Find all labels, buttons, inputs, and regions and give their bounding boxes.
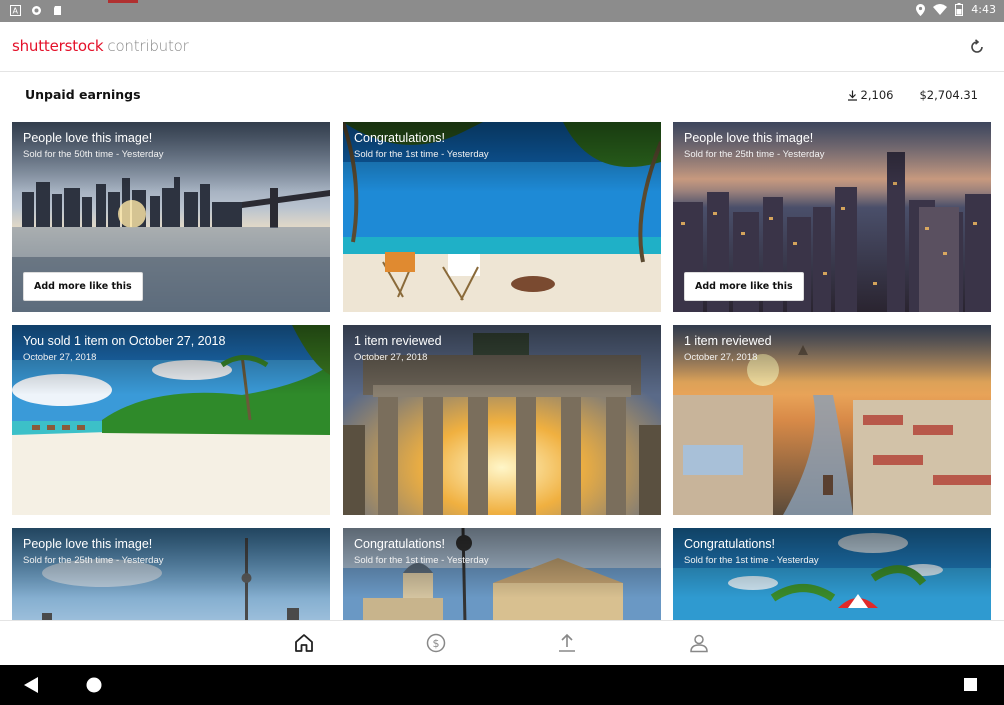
downloads-value: 2,106 <box>860 88 894 102</box>
card-subtitle: Sold for the 25th time - Yesterday <box>684 149 825 160</box>
battery-icon <box>955 3 964 16</box>
dollar-icon[interactable]: $ <box>425 632 447 654</box>
card-title: People love this image! <box>23 131 153 145</box>
logo-brand: shutterstock <box>12 37 104 55</box>
profile-icon[interactable] <box>688 632 710 654</box>
earnings-title: Unpaid earnings <box>25 87 141 102</box>
card-subtitle: October 27, 2018 <box>684 352 758 363</box>
bottom-nav: $ <box>0 620 1004 665</box>
card-title: Congratulations! <box>354 537 446 551</box>
back-icon[interactable] <box>24 677 38 693</box>
upload-icon[interactable] <box>556 632 578 654</box>
card-subtitle: Sold for the 1st time - Yesterday <box>354 555 489 566</box>
location-icon <box>916 3 926 16</box>
svg-text:A: A <box>13 7 19 16</box>
downloads-count: 2,106 <box>847 88 894 102</box>
activity-card[interactable]: 1 item reviewed October 27, 2018 <box>673 325 991 515</box>
activity-card[interactable]: People love this image! Sold for the 25t… <box>673 122 991 312</box>
download-icon <box>847 90 857 101</box>
card-title: 1 item reviewed <box>684 334 772 348</box>
activity-grid: People love this image! Sold for the 50t… <box>12 122 992 620</box>
card-title: Congratulations! <box>684 537 776 551</box>
sync-icon <box>32 6 41 15</box>
sd-card-icon <box>54 6 61 15</box>
card-title: Congratulations! <box>354 131 446 145</box>
earnings-row[interactable]: Unpaid earnings 2,106 $2,704.31 <box>0 72 1004 120</box>
a-icon: A <box>10 5 21 16</box>
card-subtitle: October 27, 2018 <box>354 352 428 363</box>
system-nav-bar <box>0 665 1004 705</box>
notification-strip <box>108 0 138 3</box>
app-screen: A 4:43 shutterstock contributor Unpaid ea… <box>0 0 1004 705</box>
card-subtitle: Sold for the 1st time - Yesterday <box>684 555 819 566</box>
card-subtitle: Sold for the 50th time - Yesterday <box>23 149 164 160</box>
card-subtitle: Sold for the 1st time - Yesterday <box>354 149 489 160</box>
refresh-icon[interactable] <box>968 38 986 56</box>
activity-card[interactable]: Congratulations! Sold for the 1st time -… <box>343 122 661 312</box>
wifi-icon <box>933 4 948 15</box>
logo-suffix: contributor <box>107 37 189 55</box>
activity-card[interactable]: People love this image! Sold for the 25t… <box>12 528 330 620</box>
card-title: You sold 1 item on October 27, 2018 <box>23 334 226 348</box>
card-title: People love this image! <box>684 131 814 145</box>
activity-card[interactable]: Congratulations! Sold for the 1st time -… <box>673 528 991 620</box>
home-icon[interactable] <box>293 632 315 654</box>
status-bar: A 4:43 <box>0 0 1004 22</box>
add-more-like-this-button[interactable]: Add more like this <box>684 272 804 301</box>
card-title: People love this image! <box>23 537 153 551</box>
earnings-amount: $2,704.31 <box>919 88 978 102</box>
home-circle-icon[interactable] <box>86 677 102 693</box>
activity-card[interactable]: People love this image! Sold for the 50t… <box>12 122 330 312</box>
card-subtitle: October 27, 2018 <box>23 352 97 363</box>
activity-card[interactable]: You sold 1 item on October 27, 2018 Octo… <box>12 325 330 515</box>
activity-card[interactable]: 1 item reviewed October 27, 2018 <box>343 325 661 515</box>
add-more-like-this-button[interactable]: Add more like this <box>23 272 143 301</box>
status-time: 4:43 <box>971 3 996 16</box>
svg-text:$: $ <box>433 637 440 650</box>
recents-icon[interactable] <box>964 678 977 691</box>
logo: shutterstock contributor <box>12 37 189 55</box>
activity-card[interactable]: Congratulations! Sold for the 1st time -… <box>343 528 661 620</box>
app-bar: shutterstock contributor <box>0 22 1004 72</box>
card-subtitle: Sold for the 25th time - Yesterday <box>23 555 164 566</box>
card-title: 1 item reviewed <box>354 334 442 348</box>
